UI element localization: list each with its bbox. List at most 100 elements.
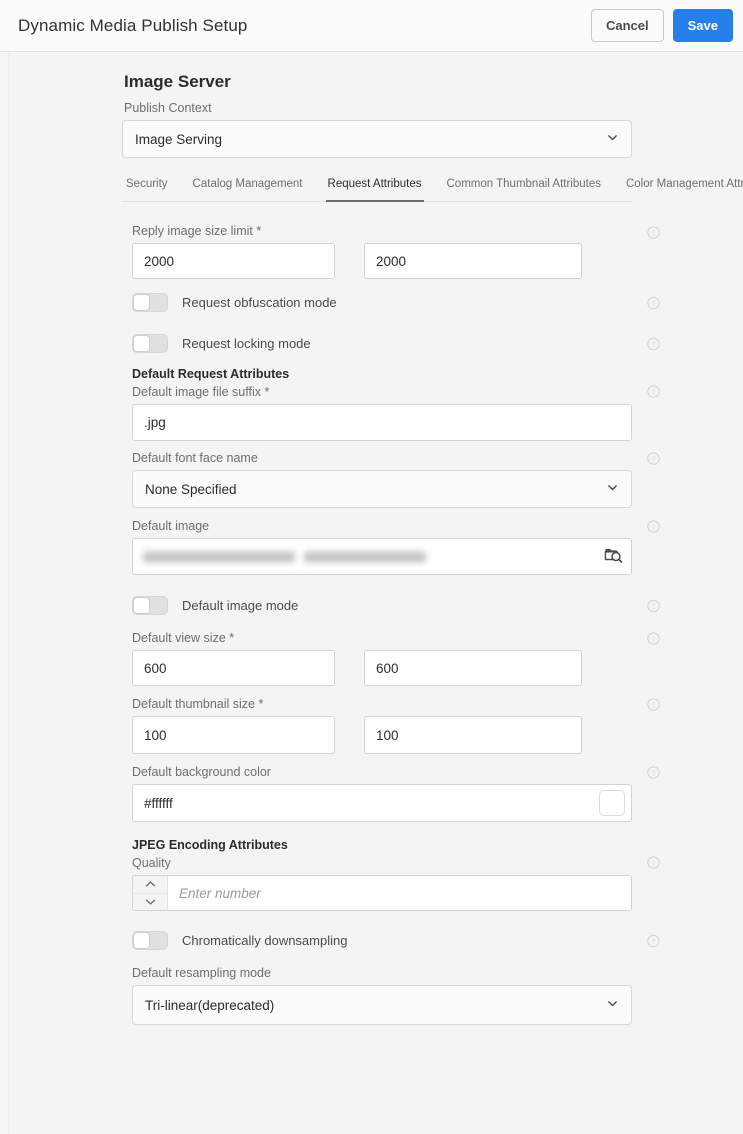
request-locking-mode-toggle[interactable]	[132, 334, 168, 353]
svg-text:?: ?	[652, 700, 655, 709]
help-icon[interactable]: ?	[647, 520, 660, 533]
svg-text:?: ?	[652, 936, 655, 945]
svg-text:?: ?	[652, 339, 655, 348]
default-view-size-field: Default view size * ?	[122, 631, 660, 686]
help-icon[interactable]: ?	[647, 296, 660, 309]
help-icon[interactable]: ?	[647, 226, 660, 239]
help-icon[interactable]: ?	[647, 698, 660, 711]
default-request-attributes-heading: Default Request Attributes	[132, 367, 290, 381]
default-resampling-mode-value: Tri-linear(deprecated)	[145, 997, 275, 1013]
jpeg-encoding-attributes-heading: JPEG Encoding Attributes	[132, 838, 288, 852]
default-font-face-name-select[interactable]: None Specified	[132, 470, 632, 508]
default-view-size-label: Default view size *	[132, 631, 235, 645]
chromatically-downsampling-toggle[interactable]	[132, 931, 168, 950]
svg-text:?: ?	[652, 228, 655, 237]
stepper-increment-button[interactable]	[133, 876, 167, 894]
default-image-mode-toggle[interactable]	[132, 596, 168, 615]
help-icon[interactable]: ?	[647, 599, 660, 612]
reply-image-size-limit-label: Reply image size limit *	[132, 224, 262, 238]
default-font-face-name-value: None Specified	[145, 481, 237, 497]
default-image-file-suffix-field: Default image file suffix * ?	[122, 385, 660, 441]
toggle-knob	[133, 294, 150, 311]
svg-text:?: ?	[652, 634, 655, 643]
request-locking-mode-label: Request locking mode	[182, 336, 311, 351]
default-thumbnail-size-field: Default thumbnail size * ?	[122, 697, 660, 754]
help-icon[interactable]: ?	[647, 337, 660, 350]
default-thumbnail-size-height-input[interactable]	[364, 716, 582, 754]
request-obfuscation-mode-toggle[interactable]	[132, 293, 168, 312]
chevron-down-icon	[606, 997, 619, 1013]
quality-field: Quality ?	[122, 856, 660, 911]
request-obfuscation-mode-row: Request obfuscation mode ?	[132, 293, 660, 312]
tab-bar: Security Catalog Management Request Attr…	[122, 178, 743, 202]
quality-input[interactable]	[168, 876, 631, 910]
default-image-field: Default image ?	[122, 519, 660, 575]
tab-catalog-management[interactable]: Catalog Management	[191, 178, 305, 201]
default-font-face-name-field: Default font face name ? None Specified	[122, 451, 660, 508]
app-header: Dynamic Media Publish Setup Cancel Save	[0, 0, 743, 52]
svg-text:?: ?	[652, 298, 655, 307]
svg-text:?: ?	[652, 601, 655, 610]
svg-text:?: ?	[652, 387, 655, 396]
help-icon[interactable]: ?	[647, 934, 660, 947]
svg-text:?: ?	[652, 454, 655, 463]
publish-context-value: Image Serving	[135, 131, 223, 147]
quality-label: Quality	[132, 856, 171, 870]
default-image-file-suffix-input[interactable]	[132, 404, 632, 441]
color-swatch-button[interactable]	[599, 790, 625, 816]
tab-color-management-attributes[interactable]: Color Management Attributes	[624, 178, 743, 201]
request-locking-mode-row: Request locking mode ?	[132, 334, 660, 353]
folder-search-icon[interactable]	[604, 545, 623, 568]
reply-image-size-limit-field: Reply image size limit * ?	[122, 224, 660, 279]
toggle-knob	[133, 597, 150, 614]
help-icon[interactable]: ?	[647, 856, 660, 869]
default-image-file-suffix-label: Default image file suffix *	[132, 385, 270, 399]
default-image-label: Default image	[132, 519, 210, 533]
chromatically-downsampling-row: Chromatically downsampling ?	[132, 931, 660, 950]
default-view-size-height-input[interactable]	[364, 650, 582, 686]
help-icon[interactable]: ?	[647, 632, 660, 645]
chromatically-downsampling-label: Chromatically downsampling	[182, 933, 348, 948]
default-thumbnail-size-width-input[interactable]	[132, 716, 335, 754]
help-icon[interactable]: ?	[647, 452, 660, 465]
form-content: Image Server Publish Context Image Servi…	[122, 52, 743, 1025]
help-icon[interactable]: ?	[647, 385, 660, 398]
default-resampling-mode-field: Default resampling mode Tri-linear(depre…	[122, 966, 632, 1025]
reply-image-size-limit-height-input[interactable]	[364, 243, 582, 279]
publish-context-label: Publish Context	[124, 101, 212, 115]
request-obfuscation-mode-label: Request obfuscation mode	[182, 295, 337, 310]
default-thumbnail-size-label: Default thumbnail size *	[132, 697, 264, 711]
default-image-mode-label: Default image mode	[182, 598, 299, 613]
default-background-color-input[interactable]	[132, 784, 632, 822]
left-rail	[0, 52, 9, 1134]
quality-stepper-buttons	[133, 876, 168, 910]
default-background-color-label: Default background color	[132, 765, 271, 779]
tab-security[interactable]: Security	[124, 178, 170, 201]
default-resampling-mode-select[interactable]: Tri-linear(deprecated)	[132, 985, 632, 1025]
quality-stepper[interactable]	[132, 875, 632, 911]
help-icon[interactable]: ?	[647, 766, 660, 779]
default-image-mode-row: Default image mode ?	[132, 596, 660, 615]
chevron-down-icon	[606, 481, 619, 497]
tab-request-attributes[interactable]: Request Attributes	[325, 178, 424, 202]
save-button[interactable]: Save	[672, 9, 733, 42]
cancel-button[interactable]: Cancel	[590, 9, 664, 42]
svg-text:?: ?	[652, 768, 655, 777]
default-background-color-field: Default background color ?	[122, 765, 660, 822]
default-font-face-name-label: Default font face name	[132, 451, 258, 465]
chevron-down-icon	[606, 131, 619, 147]
tab-common-thumbnail-attributes[interactable]: Common Thumbnail Attributes	[445, 178, 603, 201]
stepper-decrement-button[interactable]	[133, 894, 167, 911]
publish-context-select[interactable]: Image Serving	[122, 120, 632, 158]
default-view-size-width-input[interactable]	[132, 650, 335, 686]
section-title: Image Server	[124, 72, 231, 91]
svg-text:?: ?	[652, 858, 655, 867]
page-body: Image Server Publish Context Image Servi…	[0, 52, 743, 1134]
svg-text:?: ?	[652, 522, 655, 531]
default-image-input[interactable]	[132, 538, 632, 575]
reply-image-size-limit-width-input[interactable]	[132, 243, 335, 279]
page-title: Dynamic Media Publish Setup	[18, 15, 248, 35]
default-resampling-mode-label: Default resampling mode	[132, 966, 271, 980]
toggle-knob	[133, 932, 150, 949]
toggle-knob	[133, 335, 150, 352]
